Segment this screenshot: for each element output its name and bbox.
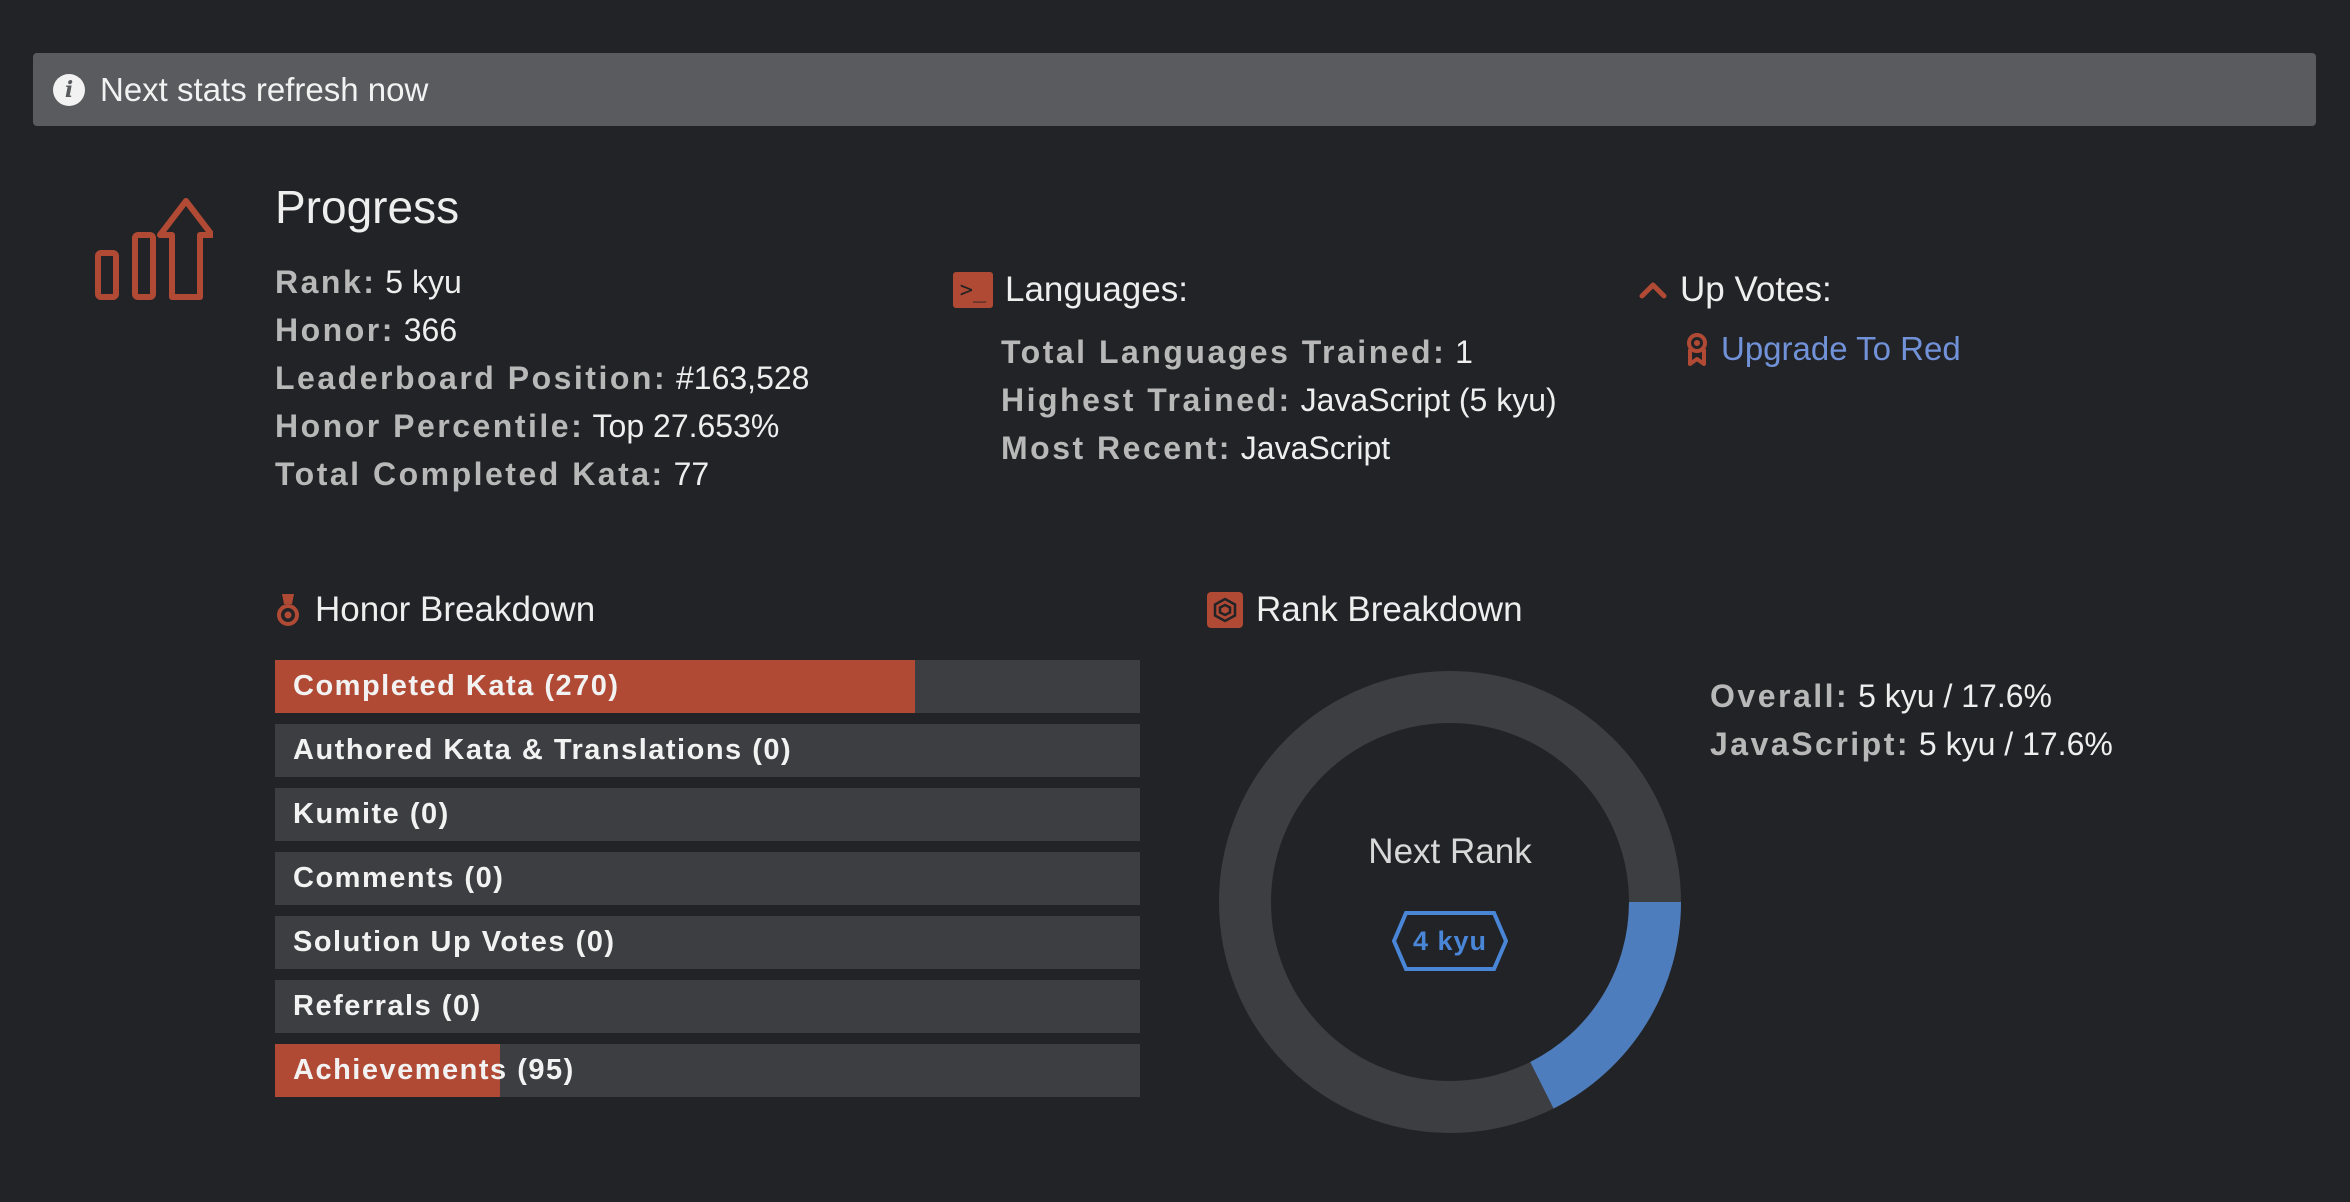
stats-refresh-banner: i Next stats refresh now [33,53,2316,126]
progress-stats: Rank: 5 kyu Honor: 366 Leaderboard Posit… [275,258,809,498]
stat-overall-rank: Overall: 5 kyu / 17.6% [1710,678,2052,714]
honor-breakdown-heading: Honor Breakdown [275,590,595,630]
next-rank-value: 4 kyu [1412,925,1488,956]
stat-total-completed-kata: Total Completed Kata: 77 [275,456,710,492]
honor-breakdown-title: Honor Breakdown [315,590,596,629]
rank-progress-donut [1219,671,1681,1133]
donut-progress-arc [1529,901,1681,1109]
terminal-icon: >_ [953,272,993,308]
stat-total-languages: Total Languages Trained: 1 [1001,334,1473,370]
languages-heading: >_ Languages: [953,270,1188,310]
medal-icon [277,594,299,626]
chevron-up-icon [1639,282,1667,299]
stat-most-recent: Most Recent: JavaScript [1001,430,1391,466]
stat-javascript-rank: JavaScript: 5 kyu / 17.6% [1710,726,2113,762]
stat-honor-percentile: Honor Percentile: Top 27.653% [275,408,780,444]
languages-stats: Total Languages Trained: 1 Highest Train… [1001,328,1557,472]
honor-bar-solution-up-votes: Solution Up Votes (0) [275,916,1140,969]
next-rank-label: Next Rank [1368,832,1532,871]
honor-bar-kumite: Kumite (0) [275,788,1140,841]
honor-bar-achievements: Achievements (95) [275,1044,1140,1097]
info-icon: i [53,73,85,106]
stat-rank: Rank: 5 kyu [275,264,462,300]
banner-text: Next stats refresh now [100,70,429,108]
upgrade-link-row: Upgrade To Red [1685,330,1961,368]
rank-breakdown-heading: Rank Breakdown [1207,590,1523,630]
stat-leaderboard-position: Leaderboard Position: #163,528 [275,360,810,396]
rank-stats: Overall: 5 kyu / 17.6% JavaScript: 5 kyu… [1710,672,2113,768]
honor-breakdown-bars: Completed Kata (270) Authored Kata & Tra… [275,660,1140,1108]
honor-bar-comments: Comments (0) [275,852,1140,905]
upgrade-to-red-link[interactable]: Upgrade To Red [1721,330,1961,368]
up-votes-title: Up Votes: [1680,270,1832,309]
stat-highest-trained: Highest Trained: JavaScript (5 kyu) [1001,382,1557,418]
progress-chart-icon [95,198,213,300]
ribbon-badge-icon [1687,333,1707,366]
stat-honor: Honor: 366 [275,312,458,348]
rank-breakdown-title: Rank Breakdown [1256,590,1523,629]
hexagon-icon [1207,592,1243,628]
honor-bar-referrals: Referrals (0) [275,980,1140,1033]
languages-title: Languages: [1005,270,1188,309]
up-votes-heading: Up Votes: [1638,270,1832,310]
honor-bar-authored-kata: Authored Kata & Translations (0) [275,724,1140,777]
honor-bar-completed-kata: Completed Kata (270) [275,660,1140,713]
progress-title: Progress [275,181,460,233]
